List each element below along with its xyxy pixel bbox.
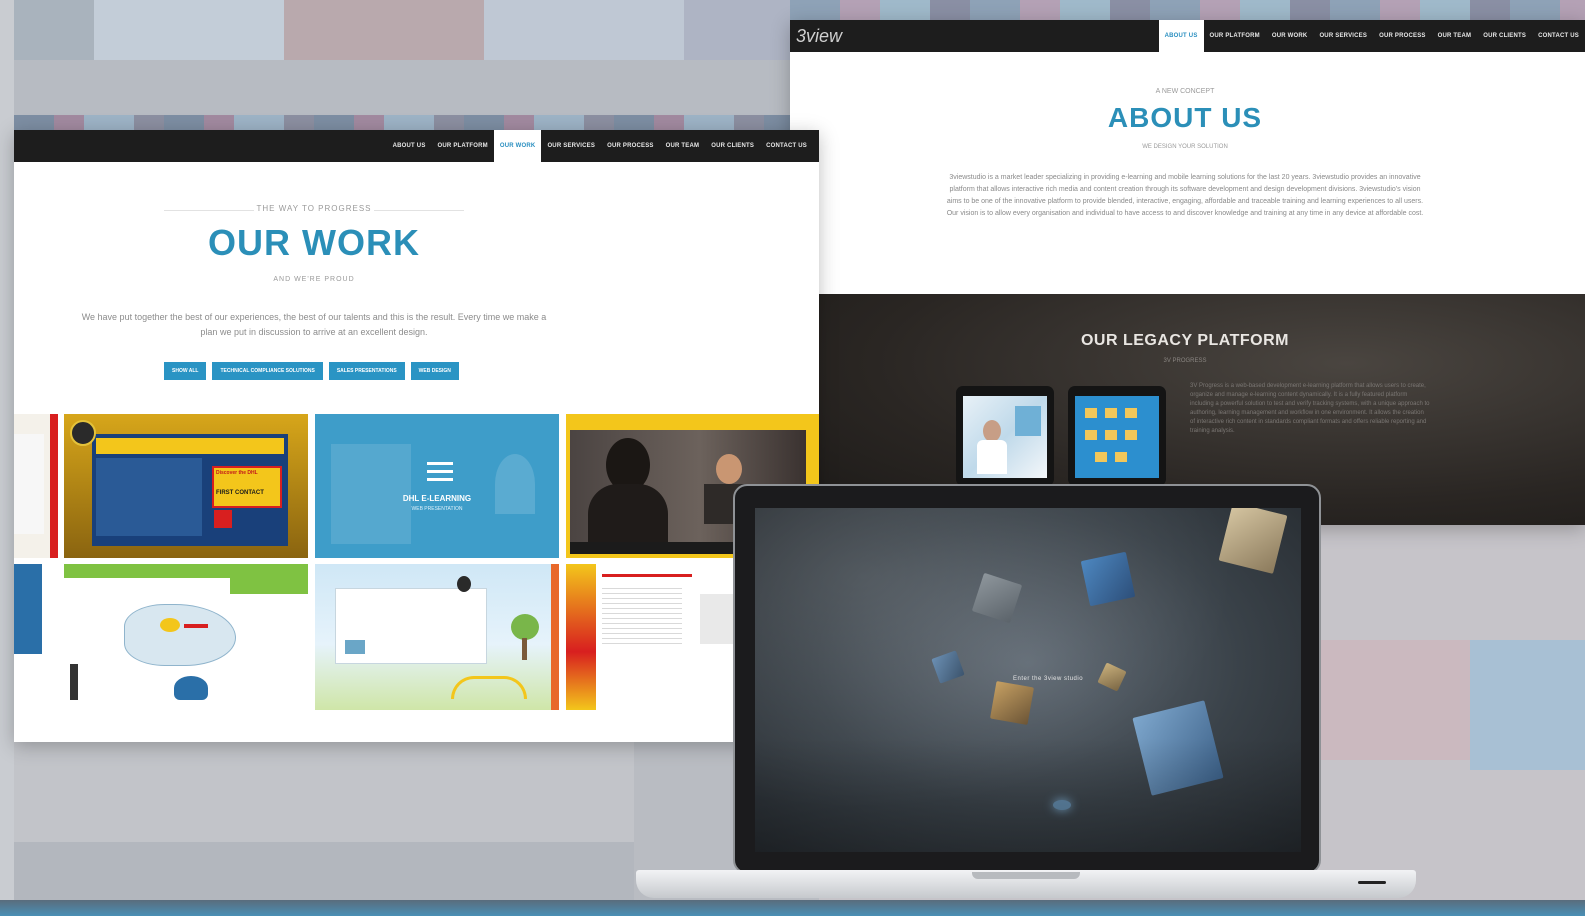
work-nav-about-us[interactable]: About us [387, 143, 432, 149]
filter-web-design-button[interactable]: Web design [410, 362, 459, 380]
about-nav-our-process[interactable]: Our process [1373, 33, 1432, 39]
work-subtitle: AND WE'RE PROUD [273, 276, 355, 283]
about-nav-about-us[interactable]: About us [1158, 20, 1204, 52]
about-nav-our-clients[interactable]: Our clients [1477, 33, 1532, 39]
work-nav-contact-us[interactable]: Contact us [760, 143, 813, 149]
legacy-title: OUR LEGACY PLATFORM [1080, 332, 1289, 349]
about-description: 3viewstudio is a market leader specializ… [946, 174, 1424, 217]
work-kicker: THE WAY TO PROGRESS [256, 204, 372, 213]
elearning-tile-title: DHL E-LEARNING [402, 494, 472, 503]
legacy-subtitle: 3V PROGRESS [1163, 358, 1207, 364]
about-nav-contact-us[interactable]: Contact us [1532, 33, 1585, 39]
portfolio-filters: Show all Technical compliance solutions … [164, 362, 459, 380]
about-us-page-screenshot: 3view About us Our platform Our work Our… [790, 20, 1585, 525]
work-nav-our-clients[interactable]: Our clients [705, 143, 760, 149]
floating-cube-2 [1080, 551, 1136, 607]
floating-cube-5 [989, 680, 1035, 726]
work-nav-our-work[interactable]: Our work [493, 130, 542, 162]
about-nav-our-services[interactable]: Our services [1313, 33, 1373, 39]
tablet-image-left [956, 386, 1054, 486]
portfolio-tile-dhl-elearning[interactable]: DHL E-LEARNING WEB PRESENTATION [315, 414, 559, 558]
portfolio-tile-dhl-training[interactable]: Discover the DHL FIRST CONTACT [64, 414, 308, 558]
first-contact-badge: FIRST CONTACT [216, 490, 264, 496]
work-description-line-1: We have put together the best of our exp… [81, 312, 547, 322]
portfolio-tile-edge-2[interactable] [14, 564, 58, 710]
portfolio-gallery: Discover the DHL FIRST CONTACT DHL E-LEA… [14, 414, 819, 710]
about-nav-our-work[interactable]: Our work [1266, 33, 1314, 39]
enter-studio-link[interactable]: Enter the 3view studio [1013, 676, 1083, 682]
about-kicker: A NEW CONCEPT [1155, 88, 1215, 95]
work-description-line-2: plan we put in discussion to arrive at a… [200, 327, 428, 337]
work-description: We have put together the best of our exp… [14, 310, 614, 340]
work-nav-bar: About us Our platform Our work Our servi… [14, 130, 819, 162]
site-logo[interactable]: 3view [796, 26, 842, 47]
floor-shadow [755, 738, 1301, 852]
legacy-description: 3V Progress is a web-based development e… [1190, 383, 1430, 434]
portfolio-tile-quiz[interactable] [315, 564, 559, 710]
elearning-tile-subtitle: WEB PRESENTATION [411, 506, 463, 512]
tablet-image-right [1068, 386, 1166, 486]
about-nav-our-team[interactable]: Our team [1432, 33, 1478, 39]
background-frame-left [0, 0, 14, 916]
filter-sales-presentations-button[interactable]: Sales presentations [328, 362, 405, 380]
work-nav-our-platform[interactable]: Our platform [432, 143, 494, 149]
about-nav-bar: 3view About us Our platform Our work Our… [790, 20, 1585, 52]
laptop-base [636, 870, 1416, 898]
portfolio-tile-edge-1[interactable] [14, 414, 58, 558]
about-nav-our-platform[interactable]: Our platform [1204, 33, 1266, 39]
laptop-notch [972, 872, 1080, 879]
background-frame-bottom [0, 900, 1585, 916]
filter-technical-compliance-button[interactable]: Technical compliance solutions [212, 362, 323, 380]
about-subtitle: WE DESIGN YOUR SOLUTION [1142, 144, 1228, 150]
our-work-page-screenshot: About us Our platform Our work Our servi… [14, 130, 819, 742]
work-nav-our-services[interactable]: Our services [541, 143, 601, 149]
work-nav-our-team[interactable]: Our team [660, 143, 706, 149]
laptop-display: Enter the 3view studio [733, 484, 1321, 874]
work-nav-our-process[interactable]: Our process [601, 143, 660, 149]
laptop-screen-content: Enter the 3view studio [755, 508, 1301, 852]
portfolio-tile-asia-map[interactable] [64, 564, 308, 710]
laptop-slot [1358, 881, 1386, 884]
filter-show-all-button[interactable]: Show all [164, 362, 207, 380]
dhl-badge-text: Discover the DHL [216, 470, 258, 476]
about-title: ABOUT US [1107, 102, 1263, 133]
work-title: OUR WORK [208, 222, 420, 263]
